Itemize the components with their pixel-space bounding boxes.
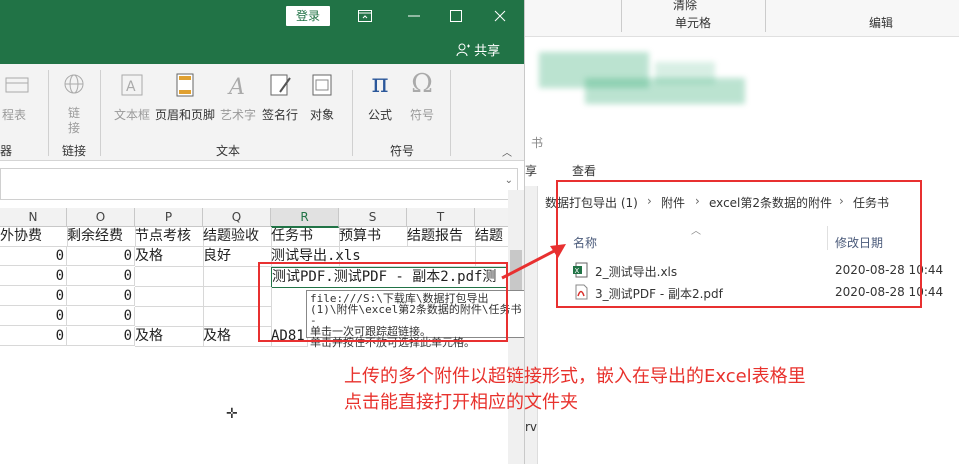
col-header-r[interactable]: R — [271, 208, 339, 228]
link-group-label: 链接 — [62, 144, 87, 158]
symbol-label: 符号 — [409, 108, 434, 122]
group-separator — [450, 70, 451, 156]
table-cell[interactable] — [135, 287, 204, 307]
clear-label: 清除 — [673, 0, 698, 12]
object-icon — [312, 74, 332, 96]
table-cell[interactable]: 0 — [0, 267, 67, 286]
header-cell[interactable]: 外协费 — [0, 227, 68, 247]
col-header-n[interactable]: N — [0, 208, 67, 227]
header-cell[interactable]: 预算书 — [339, 227, 408, 247]
omega-icon: Ω — [411, 69, 433, 99]
ribbon: 日程表 链接 A 文本框 页眉和页脚 A 艺术字 签名行 对象 文本 — [0, 64, 524, 161]
cells-group-label: 单元格 — [675, 16, 712, 30]
table-cell[interactable]: 0 — [67, 327, 135, 346]
window-title-partial: 书 — [531, 136, 544, 150]
person-icon — [456, 43, 470, 57]
header-cell[interactable]: 结题验收 — [203, 227, 272, 247]
textbox-button[interactable]: A 文本框 — [110, 72, 154, 123]
wordart-label: 艺术字 — [219, 108, 256, 122]
object-label: 对象 — [309, 108, 334, 122]
symbol-button[interactable]: Ω 符号 — [404, 68, 440, 123]
equation-button[interactable]: π 公式 — [362, 68, 398, 123]
login-button[interactable]: 登录 — [286, 6, 330, 26]
group-separator — [765, 0, 766, 32]
table-cell[interactable]: 0 — [67, 287, 135, 306]
wordart-button[interactable]: A 艺术字 — [218, 72, 258, 123]
tab-view[interactable]: 查看 — [572, 162, 596, 179]
table-cell[interactable]: 0 — [0, 287, 67, 306]
blurred-region — [655, 62, 715, 84]
equation-label: 公式 — [367, 108, 392, 122]
signature-icon — [270, 74, 291, 96]
textbox-label: 文本框 — [113, 108, 150, 122]
annotation-line1: 上传的多个附件以超链接形式，嵌入在导出的Excel表格里 — [344, 366, 806, 387]
svg-text:A: A — [126, 79, 136, 95]
header-footer-icon — [176, 73, 194, 97]
editing-group-label: 编辑 — [869, 16, 894, 30]
timeline-icon — [5, 77, 29, 93]
signature-line-label: 签名行 — [261, 108, 298, 122]
table-cell[interactable]: 及格 — [135, 327, 204, 347]
header-cell[interactable]: 节点考核 — [135, 227, 204, 247]
col-header-t[interactable]: T — [407, 208, 475, 227]
share-button[interactable]: 共享 — [456, 40, 501, 59]
table-cell[interactable]: 及格 — [135, 247, 204, 267]
svg-text:A: A — [227, 75, 245, 100]
group-separator — [352, 70, 353, 156]
table-cell[interactable] — [135, 267, 204, 287]
header-footer-button[interactable]: 页眉和页脚 — [154, 72, 216, 123]
link-label: 链接 — [67, 106, 80, 135]
header-cell[interactable]: 结题报告 — [407, 227, 476, 247]
table-cell[interactable]: 0 — [67, 307, 135, 326]
annotation-arrow-icon — [501, 244, 566, 280]
signature-line-button[interactable]: 签名行 — [260, 72, 300, 123]
filter-group-label: 器 — [0, 144, 13, 158]
share-label: 共享 — [474, 44, 501, 59]
object-button[interactable]: 对象 — [304, 72, 340, 123]
tab-share[interactable]: 享 — [525, 162, 537, 179]
group-separator — [621, 0, 622, 32]
col-header-s[interactable]: S — [339, 208, 407, 227]
link-button[interactable]: 链接 — [56, 72, 92, 136]
group-separator — [100, 70, 101, 156]
table-cell[interactable] — [135, 307, 204, 327]
excel-title-bar: 登录 — [0, 0, 524, 32]
ribbon-display-icon[interactable] — [350, 0, 380, 32]
wordart-icon: A — [227, 75, 245, 100]
collapse-ribbon-icon[interactable]: ︿ — [502, 144, 512, 159]
globe-link-icon — [64, 74, 84, 94]
timeline-button[interactable]: 日程表 — [0, 72, 36, 122]
col-header-q[interactable]: Q — [203, 208, 271, 227]
header-cell[interactable]: 任务书 — [271, 227, 340, 247]
col-header-p[interactable]: P — [135, 208, 203, 227]
text-group-label: 文本 — [216, 144, 241, 158]
symbol-group-label: 符号 — [390, 144, 415, 158]
close-icon[interactable] — [482, 0, 518, 32]
nav-pane-partial: rv — [525, 420, 538, 434]
maximize-icon[interactable] — [438, 0, 474, 32]
col-header-u[interactable] — [475, 208, 509, 227]
col-header-o[interactable]: O — [67, 208, 135, 227]
table-cell[interactable]: 0 — [0, 327, 67, 346]
table-cell[interactable]: 0 — [67, 267, 135, 286]
annotation-highlight-cells — [258, 262, 508, 342]
minimize-icon[interactable] — [396, 0, 432, 32]
annotation-highlight-files — [556, 180, 922, 308]
excel-background-ribbon: 清除 单元格 编辑 — [525, 0, 959, 37]
annotation-line2: 点击能直接打开相应的文件夹 — [344, 392, 578, 413]
formula-bar[interactable]: ⌄ — [0, 168, 518, 200]
expand-formula-icon[interactable]: ⌄ — [505, 175, 513, 186]
group-separator — [48, 70, 49, 156]
header-footer-label: 页眉和页脚 — [154, 108, 215, 122]
crosshair-cursor-icon: ✛ — [226, 406, 238, 422]
table-cell[interactable]: 0 — [0, 247, 67, 266]
textbox-icon: A — [121, 74, 143, 96]
share-bar: 共享 — [0, 32, 524, 64]
table-cell[interactable]: 0 — [0, 307, 67, 326]
header-cell[interactable]: 剩余经费 — [67, 227, 136, 247]
table-cell[interactable]: 0 — [67, 247, 135, 266]
pi-icon: π — [371, 69, 389, 99]
annotation-text: 上传的多个附件以超链接形式，嵌入在导出的Excel表格里 点击能直接打开相应的文… — [344, 364, 904, 416]
timeline-label: 日程表 — [0, 108, 27, 122]
